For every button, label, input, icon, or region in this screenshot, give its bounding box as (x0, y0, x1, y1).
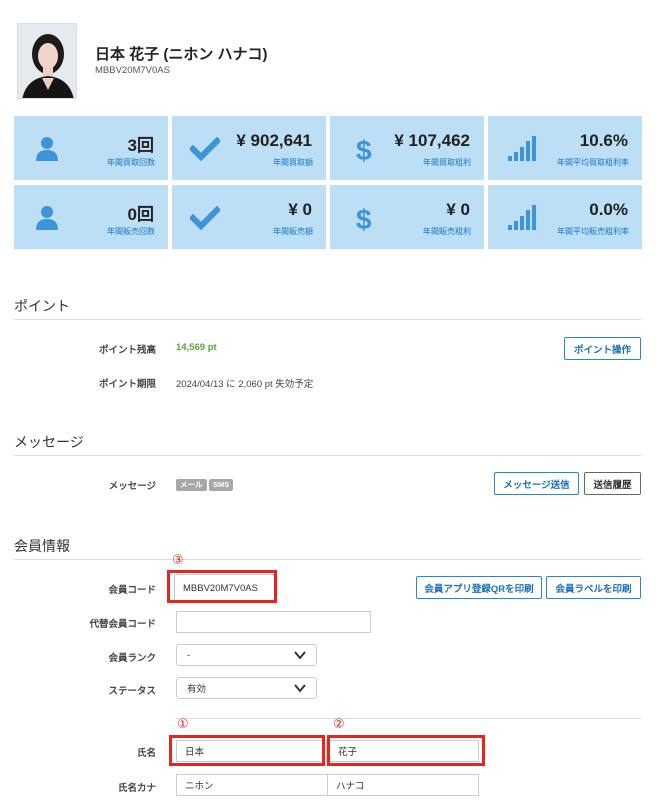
first-name-kana-input[interactable]: ハナコ (327, 774, 479, 796)
highlight-box-2 (327, 735, 485, 766)
stat-label: 年間販売回数 (107, 227, 155, 236)
stat-label: 年間平均販売粗利率 (557, 227, 629, 236)
stat-value: 10.6% (579, 131, 628, 150)
point-expiry-value: 2024/04/13 に 2,060 pt 失効予定 (176, 379, 314, 390)
member-header: 日本 花子 (ニホン ハナコ) MBBV20M7V0AS (14, 18, 654, 102)
person-icon (36, 137, 58, 161)
stat-card-sales-amount: ¥ 0 年間販売額 (172, 185, 326, 249)
avatar (17, 23, 77, 99)
bar-chart-icon (508, 205, 536, 230)
sms-badge: SMS (209, 479, 234, 491)
stat-value: 0.0% (589, 200, 628, 219)
print-app-qr-button[interactable]: 会員アプリ登録QRを印刷 (416, 576, 542, 599)
stat-label: 年間買取回数 (107, 158, 155, 167)
annotation-marker-3: ③ (172, 552, 184, 567)
check-icon (190, 136, 220, 162)
stat-card-purchase-count: 3回 年間買取回数 (14, 116, 168, 180)
stat-label: 年間販売粗利 (423, 227, 471, 236)
send-history-button[interactable]: 送信履歴 (584, 472, 641, 495)
check-icon (190, 205, 220, 231)
stat-value: ¥ 0 (446, 200, 470, 219)
stat-label: 年間販売額 (273, 227, 313, 236)
send-message-button[interactable]: メッセージ送信 (494, 472, 579, 495)
person-icon (36, 206, 58, 230)
member-code: MBBV20M7V0AS (95, 65, 170, 76)
points-section-title: ポイント (14, 298, 70, 314)
stat-card-purchase-margin: 10.6% 年間平均買取粗利率 (488, 116, 642, 180)
stat-value: ¥ 107,462 (394, 131, 470, 150)
status-value: 有効 (187, 684, 207, 695)
member-name: 日本 花子 (ニホン ハナコ) (95, 46, 268, 63)
last-name-kana-input[interactable]: ニホン (176, 774, 328, 796)
print-member-label-button[interactable]: 会員ラベルを印刷 (546, 576, 641, 599)
highlight-box-3 (167, 570, 277, 603)
member-info-section-title: 会員情報 (14, 538, 70, 554)
stat-value: 3回 (127, 136, 154, 155)
stats-grid: 3回 年間買取回数 ¥ 902,641 年間買取額 $ ¥ 107,462 年間… (14, 116, 642, 249)
chevron-down-icon (294, 651, 306, 660)
point-balance-value: 14,569 pt (176, 342, 217, 353)
divider (14, 455, 641, 456)
annotation-marker-2: ② (333, 716, 345, 731)
highlight-box-1 (169, 735, 325, 766)
stat-label: 年間買取粗利 (423, 158, 471, 167)
bar-chart-icon (508, 136, 536, 161)
dollar-icon: $ (356, 204, 372, 233)
stat-value: ¥ 0 (288, 200, 312, 219)
mail-badge: メール (176, 479, 207, 491)
point-expiry-label: ポイント期限 (98, 379, 156, 390)
message-label: メッセージ (108, 481, 156, 492)
dollar-icon: $ (356, 135, 372, 164)
stat-value: ¥ 902,641 (236, 131, 312, 150)
alt-member-code-input[interactable] (176, 611, 371, 633)
svg-text:$: $ (356, 204, 372, 233)
annotation-marker-1: ① (177, 716, 189, 731)
member-code-label: 会員コード (108, 585, 156, 596)
svg-text:$: $ (356, 135, 372, 164)
stat-card-sales-margin: 0.0% 年間平均販売粗利率 (488, 185, 642, 249)
stat-value: 0回 (127, 205, 154, 224)
stat-label: 年間買取額 (273, 158, 313, 167)
stat-card-purchase-profit: $ ¥ 107,462 年間買取粗利 (330, 116, 484, 180)
stat-card-sales-profit: $ ¥ 0 年間販売粗利 (330, 185, 484, 249)
status-select[interactable]: 有効 (176, 677, 317, 699)
status-label: ステータス (108, 686, 156, 697)
chevron-down-icon (294, 684, 306, 693)
member-rank-value: - (187, 649, 191, 661)
name-kana-label: 氏名カナ (117, 783, 156, 794)
stat-card-sales-count: 0回 年間販売回数 (14, 185, 168, 249)
alt-member-code-label: 代替会員コード (89, 619, 156, 630)
divider (14, 319, 641, 320)
member-rank-label: 会員ランク (108, 653, 156, 664)
divider (14, 559, 641, 560)
name-label: 氏名 (136, 748, 156, 759)
member-rank-select[interactable]: - (176, 644, 317, 666)
point-balance-label: ポイント残高 (98, 345, 156, 356)
stat-card-purchase-amount: ¥ 902,641 年間買取額 (172, 116, 326, 180)
stat-label: 年間平均買取粗利率 (557, 158, 629, 167)
message-section-title: メッセージ (14, 434, 84, 450)
divider (176, 718, 641, 719)
point-operation-button[interactable]: ポイント操作 (564, 337, 641, 360)
